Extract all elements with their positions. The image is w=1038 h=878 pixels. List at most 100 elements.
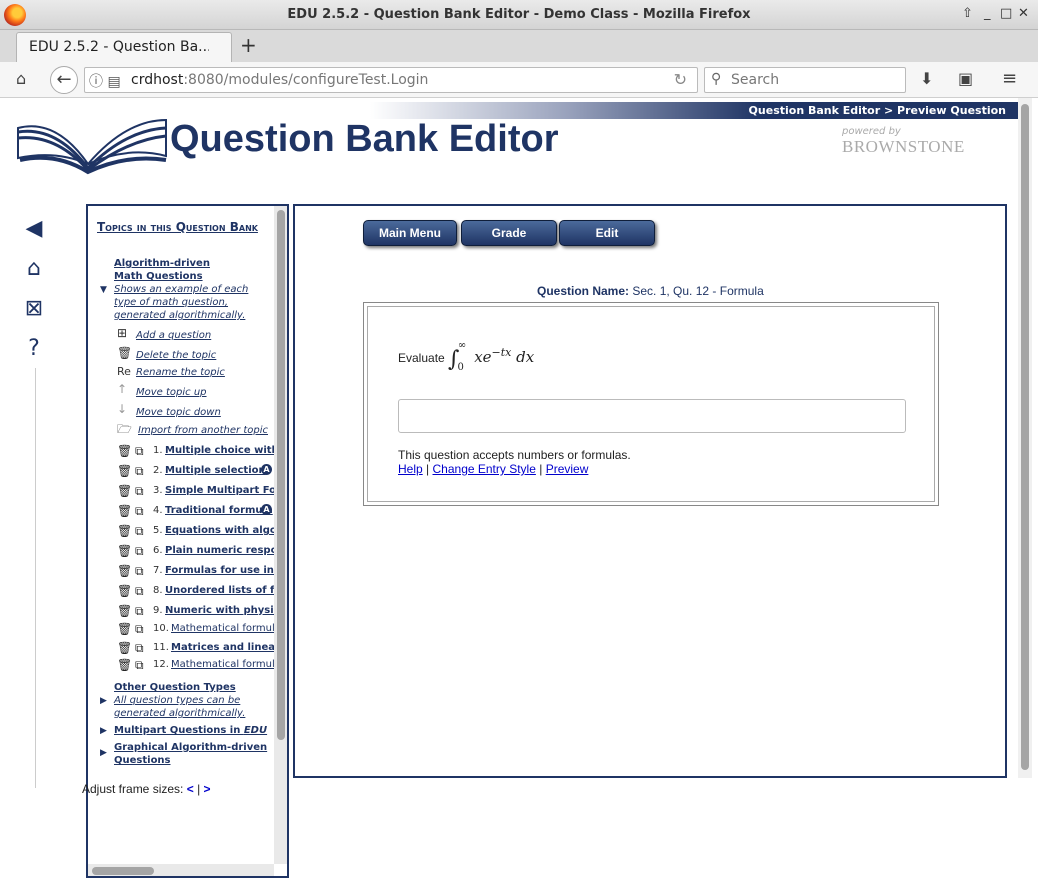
copy-icon[interactable]: ⧉ bbox=[135, 564, 144, 578]
grow-frame-link[interactable]: > bbox=[204, 782, 211, 796]
home-icon[interactable]: ⌂ bbox=[16, 69, 26, 88]
trash-icon[interactable]: 🗑 bbox=[117, 484, 132, 498]
browser-tab[interactable]: EDU 2.5.2 - Question Ba... bbox=[16, 32, 232, 62]
copy-icon[interactable]: ⧉ bbox=[135, 604, 144, 618]
trash-icon[interactable]: 🗑 bbox=[117, 524, 132, 538]
trash-icon[interactable]: 🗑 bbox=[117, 622, 132, 636]
url-text: crdhost:8080/modules/configureTest.Login bbox=[131, 72, 428, 88]
back-button[interactable]: ← bbox=[50, 66, 78, 94]
trash-icon[interactable]: 🗑 bbox=[117, 658, 132, 672]
back-arrow-icon: ← bbox=[56, 69, 72, 90]
trash-icon[interactable]: 🗑 bbox=[117, 641, 132, 655]
sidebar-toggle-icon[interactable]: ▣ bbox=[958, 69, 973, 88]
trash-icon[interactable]: 🗑 bbox=[117, 464, 132, 478]
scroll-thumb[interactable] bbox=[92, 867, 154, 875]
close-window-icon[interactable]: ✕ bbox=[1018, 6, 1029, 21]
question-link[interactable]: Equations with algorit bbox=[165, 525, 277, 536]
scroll-thumb[interactable] bbox=[277, 210, 285, 740]
trash-icon[interactable]: 🗑 bbox=[117, 504, 132, 518]
search-placeholder: Search bbox=[731, 72, 780, 88]
topic-link-line2[interactable]: Math Questions bbox=[114, 271, 203, 282]
integral-expression: ∫0∞xe−tx dx bbox=[448, 340, 534, 373]
question-link[interactable]: Formulas for use in in bbox=[165, 565, 277, 576]
accepts-note: This question accepts numbers or formula… bbox=[398, 448, 631, 462]
add-question-link[interactable]: Add a question bbox=[136, 330, 211, 341]
new-tab-icon[interactable]: + bbox=[240, 33, 257, 57]
side-divider bbox=[35, 368, 36, 788]
change-entry-style-link[interactable]: Change Entry Style bbox=[433, 462, 536, 476]
topic-link[interactable]: Graphical Algorithm-driven bbox=[114, 742, 267, 753]
question-link[interactable]: Unordered lists of for bbox=[165, 585, 277, 596]
search-bar[interactable]: ⚲ Search bbox=[704, 67, 906, 93]
shrink-frame-link[interactable]: < bbox=[187, 782, 194, 796]
copy-icon[interactable]: ⧉ bbox=[135, 658, 144, 672]
trash-icon[interactable]: 🗑 bbox=[117, 604, 132, 618]
maximize-icon[interactable]: □ bbox=[1000, 6, 1012, 21]
preview-link[interactable]: Preview bbox=[546, 462, 589, 476]
import-topic-link[interactable]: Import from another topic bbox=[138, 425, 268, 436]
minimize-icon[interactable]: _ bbox=[984, 6, 991, 21]
main-menu-button[interactable]: Main Menu bbox=[363, 220, 457, 246]
question-link[interactable]: Plain numeric respon bbox=[165, 545, 277, 556]
topic-link[interactable]: Other Question Types bbox=[114, 682, 236, 693]
rename-topic-link[interactable]: Rename the topic bbox=[136, 367, 225, 378]
copy-icon[interactable]: ⧉ bbox=[135, 484, 144, 498]
expand-right-icon[interactable]: ▶ bbox=[100, 696, 107, 706]
copy-icon[interactable]: ⧉ bbox=[135, 584, 144, 598]
move-up-link[interactable]: Move topic up bbox=[136, 387, 207, 398]
tools-nav-icon[interactable]: ⊠ bbox=[20, 296, 48, 324]
delete-topic-link[interactable]: Delete the topic bbox=[136, 350, 216, 361]
question-link[interactable]: Mathematical formula bbox=[171, 623, 277, 634]
topics-vertical-scrollbar[interactable] bbox=[274, 206, 287, 864]
copy-icon[interactable]: ⧉ bbox=[135, 524, 144, 538]
window-up-icon[interactable]: ⇧ bbox=[962, 6, 973, 21]
question-prompt: Evaluate bbox=[398, 351, 445, 365]
preview-frame: Main Menu Grade Edit Question Name: Sec.… bbox=[293, 204, 1007, 778]
back-nav-icon[interactable]: ◀ bbox=[20, 216, 48, 244]
question-link[interactable]: Numeric with physica bbox=[165, 605, 277, 616]
copy-icon[interactable]: ⧉ bbox=[135, 464, 144, 478]
copy-icon[interactable]: ⧉ bbox=[135, 444, 144, 458]
edit-button[interactable]: Edit bbox=[559, 220, 655, 246]
question-link[interactable]: Matrices and linear a bbox=[171, 642, 277, 653]
answer-input[interactable] bbox=[398, 399, 906, 433]
reload-icon[interactable]: ↻ bbox=[674, 70, 687, 89]
grade-button[interactable]: Grade bbox=[461, 220, 557, 246]
topic-link[interactable]: Algorithm-driven bbox=[114, 258, 210, 269]
page-vertical-scrollbar[interactable] bbox=[1018, 98, 1032, 778]
trash-icon[interactable]: 🗑 bbox=[117, 564, 132, 578]
question-link[interactable]: Simple Multipart Form bbox=[165, 485, 277, 496]
copy-icon[interactable]: ⧉ bbox=[135, 622, 144, 636]
expand-right-icon[interactable]: ▶ bbox=[100, 748, 107, 758]
copy-icon[interactable]: ⧉ bbox=[135, 641, 144, 655]
trash-icon[interactable]: 🗑 bbox=[117, 444, 132, 458]
home-nav-icon[interactable]: ⌂ bbox=[20, 256, 48, 284]
expand-down-icon[interactable]: ▼ bbox=[100, 285, 107, 295]
help-link[interactable]: Help bbox=[398, 462, 423, 476]
menu-icon[interactable]: ≡ bbox=[1002, 68, 1017, 89]
question-link[interactable]: Traditional formula bbox=[165, 505, 273, 516]
trash-icon[interactable]: 🗑 bbox=[117, 544, 132, 558]
app-title: Question Bank Editor bbox=[170, 118, 559, 160]
expand-right-icon[interactable]: ▶ bbox=[100, 726, 107, 736]
adjust-frames: Adjust frame sizes: < | > bbox=[82, 782, 211, 796]
topic-link-line2[interactable]: Questions bbox=[114, 755, 171, 766]
question-number: 9. bbox=[153, 605, 163, 616]
question-link[interactable]: Multiple choice with c bbox=[165, 445, 277, 456]
move-down-link[interactable]: Move topic down bbox=[136, 407, 221, 418]
url-bar[interactable]: ⓘ ▤ crdhost:8080/modules/configureTest.L… bbox=[84, 67, 698, 93]
topic-link[interactable]: Multipart Questions in EDU bbox=[114, 725, 267, 736]
question-link[interactable]: Mathematical formula bbox=[171, 659, 277, 670]
question-link[interactable]: Multiple selection bbox=[165, 465, 266, 476]
link-separator: | bbox=[426, 462, 430, 476]
scroll-thumb[interactable] bbox=[1021, 104, 1029, 770]
copy-icon[interactable]: ⧉ bbox=[135, 504, 144, 518]
trash-icon[interactable]: 🗑 bbox=[117, 584, 132, 598]
question-row: 🗑⧉ 3.Simple Multipart Form bbox=[117, 484, 277, 498]
copy-icon[interactable]: ⧉ bbox=[135, 544, 144, 558]
downloads-icon[interactable]: ⬇ bbox=[920, 69, 933, 88]
topics-horizontal-scrollbar[interactable] bbox=[88, 864, 274, 876]
site-info-icon[interactable]: ⓘ ▤ bbox=[89, 71, 121, 91]
question-number: 12. bbox=[153, 659, 169, 670]
help-nav-icon[interactable]: ? bbox=[20, 336, 48, 364]
